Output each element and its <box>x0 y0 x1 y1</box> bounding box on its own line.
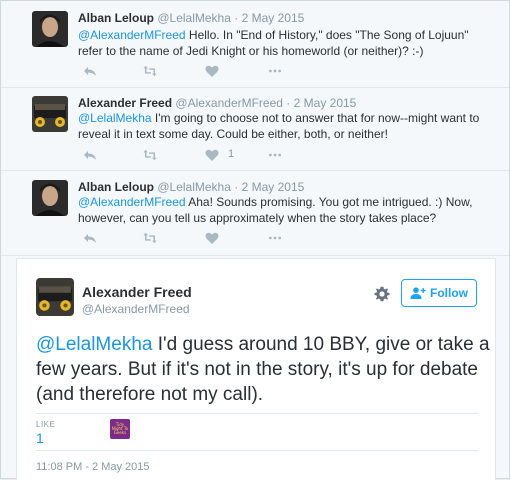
more-icon[interactable] <box>268 231 286 245</box>
add-user-icon <box>410 287 426 299</box>
avatar-alban-leloup[interactable] <box>32 11 68 47</box>
reply-tweet-3[interactable]: Alban Leloup @LelalMekha · 2 May 2015 @A… <box>1 171 509 256</box>
user-handle[interactable]: @AlexanderMFreed <box>175 96 283 110</box>
separator-dot: · <box>286 96 291 110</box>
separator-dot: · <box>234 11 239 25</box>
mention-link[interactable]: @AlexanderMFreed <box>78 28 186 42</box>
permalink-tweet: Alexander Freed @AlexanderMFreed Follow … <box>16 258 496 480</box>
follow-label: Follow <box>430 286 468 300</box>
retweet-icon[interactable] <box>143 231 161 245</box>
avatar-alexander-freed[interactable] <box>36 278 74 316</box>
avatar-alexander-freed[interactable] <box>32 96 68 132</box>
reply-icon[interactable] <box>83 148 101 162</box>
liker-avatar[interactable]: Tidy Night To Geeks <box>110 419 130 439</box>
tweet-text: @AlexanderMFreed Hello. In "End of Histo… <box>78 27 483 59</box>
likes-stat-label: LIKE <box>36 420 56 429</box>
tweet-date[interactable]: 2 May 2015 <box>294 96 357 110</box>
user-name[interactable]: Alexander Freed <box>82 284 192 300</box>
mention-link[interactable]: @AlexanderMFreed <box>78 195 186 209</box>
tweet-text: @LelalMekha I'd guess around 10 BBY, giv… <box>36 332 491 407</box>
user-name[interactable]: Alexander Freed <box>78 96 172 110</box>
reply-tweet-2[interactable]: Alexander Freed @AlexanderMFreed · 2 May… <box>1 88 509 171</box>
avatar-alban-leloup[interactable] <box>32 180 68 216</box>
likes-stat-value[interactable]: 1 <box>36 430 44 446</box>
divider <box>36 413 478 414</box>
user-handle[interactable]: @LelalMekha <box>157 180 231 194</box>
reply-icon[interactable] <box>83 64 101 78</box>
reply-icon[interactable] <box>83 231 101 245</box>
more-icon[interactable] <box>268 64 286 78</box>
tweet-date[interactable]: 2 May 2015 <box>242 180 305 194</box>
user-name[interactable]: Alban Leloup <box>78 11 154 25</box>
tweet-timestamp[interactable]: 11:08 PM - 2 May 2015 <box>36 461 150 473</box>
mention-link[interactable]: @LelalMekha <box>78 111 152 125</box>
heart-icon[interactable] <box>205 148 223 162</box>
liker-badge-text: Tidy Night To Geeks <box>111 422 129 435</box>
more-icon[interactable] <box>268 148 286 162</box>
conversation-frame: Alban Leloup @LelalMekha · 2 May 2015 @A… <box>0 0 510 480</box>
tweet-date[interactable]: 2 May 2015 <box>242 11 305 25</box>
heart-icon[interactable] <box>205 64 223 78</box>
tweet-text: @LelalMekha I'm going to choose not to a… <box>78 110 483 142</box>
user-handle[interactable]: @AlexanderMFreed <box>82 302 190 316</box>
separator-dot: · <box>234 180 239 194</box>
retweet-icon[interactable] <box>143 64 161 78</box>
tweet-text: @AlexanderMFreed Aha! Sounds promising. … <box>78 194 483 226</box>
follow-button[interactable]: Follow <box>401 279 477 307</box>
reply-tweet-1[interactable]: Alban Leloup @LelalMekha · 2 May 2015 @A… <box>1 1 509 88</box>
tweet-header: Alban Leloup @LelalMekha · 2 May 2015 <box>78 11 304 25</box>
mention-link[interactable]: @LelalMekha <box>36 334 152 355</box>
retweet-icon[interactable] <box>143 148 161 162</box>
heart-icon[interactable] <box>205 231 223 245</box>
tweet-header: Alexander Freed @AlexanderMFreed · 2 May… <box>78 96 356 110</box>
tweet-header: Alban Leloup @LelalMekha · 2 May 2015 <box>78 180 304 194</box>
user-name[interactable]: Alban Leloup <box>78 180 154 194</box>
gear-icon[interactable] <box>374 286 390 302</box>
like-count: 1 <box>228 148 235 160</box>
user-handle[interactable]: @LelalMekha <box>157 11 231 25</box>
divider <box>36 450 478 451</box>
